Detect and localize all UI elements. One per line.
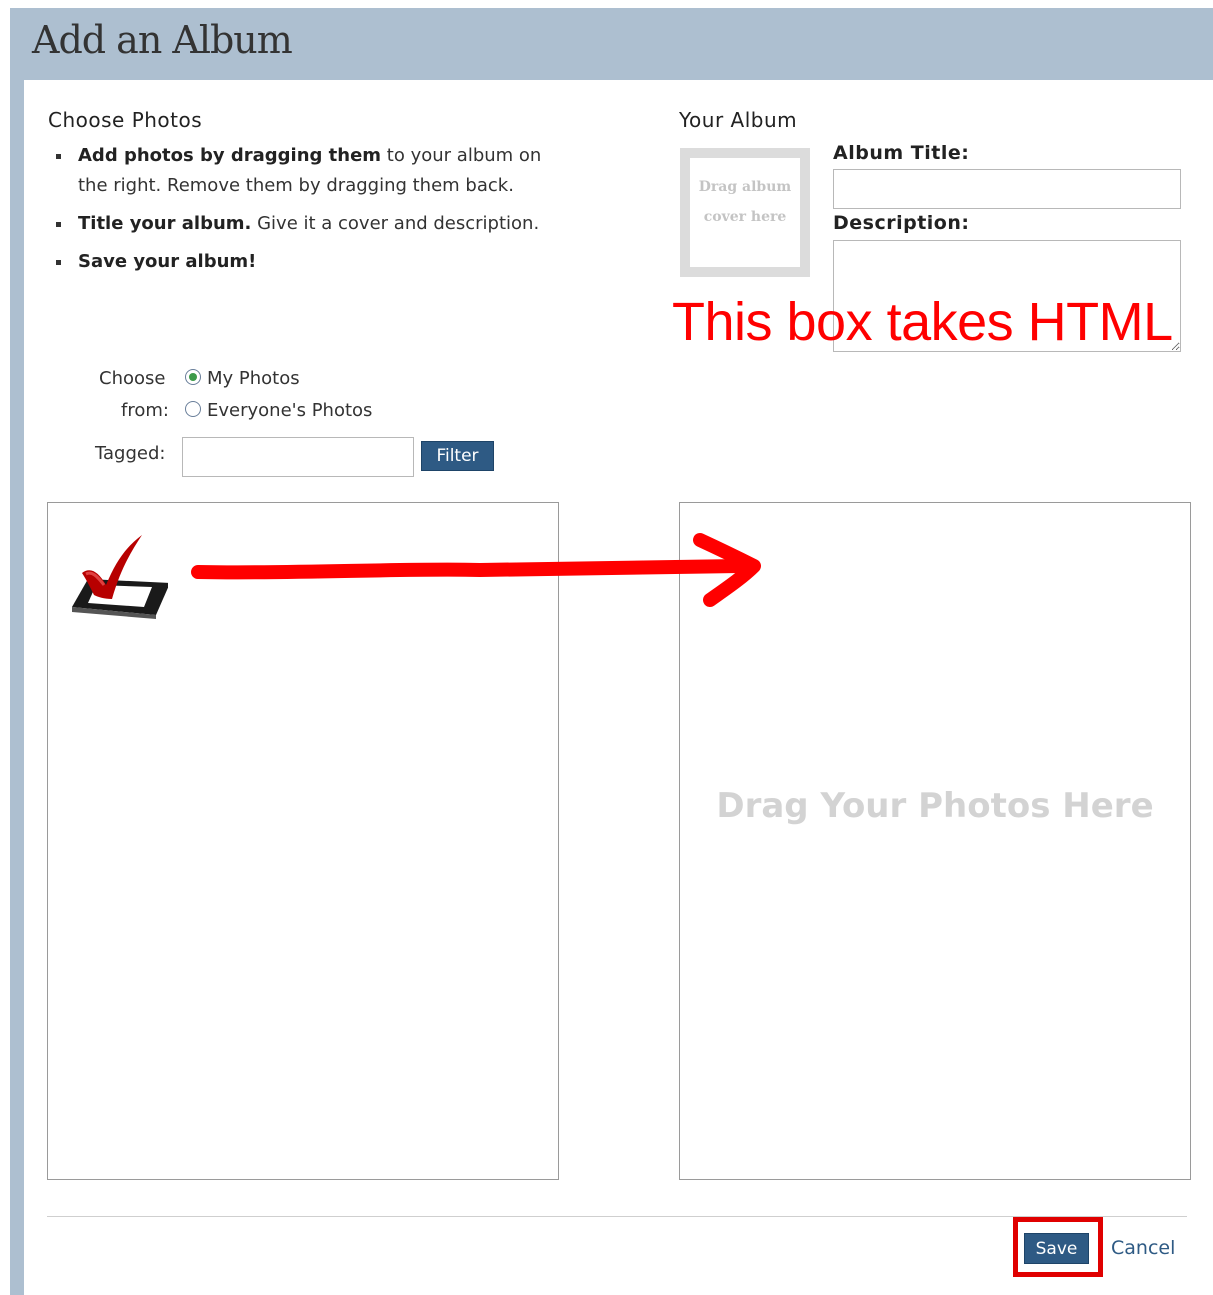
choose-photos-heading: Choose Photos bbox=[48, 108, 203, 132]
radio-everyones-photos[interactable]: Everyone's Photos bbox=[185, 400, 372, 421]
album-drop-hint: Drag Your Photos Here bbox=[716, 786, 1154, 826]
instruction-item: Save your album! bbox=[54, 247, 554, 277]
instruction-item: Add photos by dragging them to your albu… bbox=[54, 141, 554, 201]
filter-button[interactable]: Filter bbox=[421, 441, 494, 471]
radio-selected-icon[interactable] bbox=[185, 369, 201, 385]
description-label: Description: bbox=[833, 212, 970, 234]
choose-from-label-2: from: bbox=[121, 400, 169, 421]
radio-label: My Photos bbox=[207, 368, 300, 389]
checkmark-checkbox-icon bbox=[72, 535, 170, 619]
title-bar: Add an Album bbox=[10, 8, 1213, 80]
album-title-label: Album Title: bbox=[833, 142, 970, 164]
cover-dropzone-text-2: cover here bbox=[703, 209, 787, 225]
cover-dropzone-inner: Drag album cover here bbox=[690, 158, 800, 267]
choose-from-label-1: Choose bbox=[99, 368, 166, 389]
radio-my-photos[interactable]: My Photos bbox=[185, 368, 300, 389]
html-annotation-text: This box takes HTML bbox=[672, 292, 1173, 352]
page-title: Add an Album bbox=[32, 18, 293, 62]
instruction-text: Give it a cover and description. bbox=[251, 213, 540, 234]
photo-thumbnail[interactable] bbox=[64, 519, 170, 623]
radio-unselected-icon[interactable] bbox=[185, 401, 201, 417]
tagged-input[interactable] bbox=[182, 437, 414, 477]
cancel-link[interactable]: Cancel bbox=[1111, 1237, 1175, 1259]
cover-dropzone-text-1: Drag album bbox=[698, 179, 792, 195]
instruction-bold: Title your album. bbox=[78, 213, 252, 234]
instructions-list: Add photos by dragging them to your albu… bbox=[54, 141, 554, 285]
your-album-heading: Your Album bbox=[679, 108, 798, 132]
instruction-bold: Add photos by dragging them bbox=[78, 145, 382, 166]
album-cover-dropzone[interactable]: Drag album cover here bbox=[680, 148, 810, 277]
instruction-bold: Save your album! bbox=[78, 251, 257, 272]
tagged-label: Tagged: bbox=[95, 443, 166, 464]
save-button[interactable]: Save bbox=[1024, 1233, 1089, 1264]
red-arrow-annotation-icon bbox=[191, 533, 761, 607]
radio-label: Everyone's Photos bbox=[207, 400, 373, 421]
album-title-input[interactable] bbox=[833, 169, 1181, 209]
instruction-item: Title your album. Give it a cover and de… bbox=[54, 209, 554, 239]
